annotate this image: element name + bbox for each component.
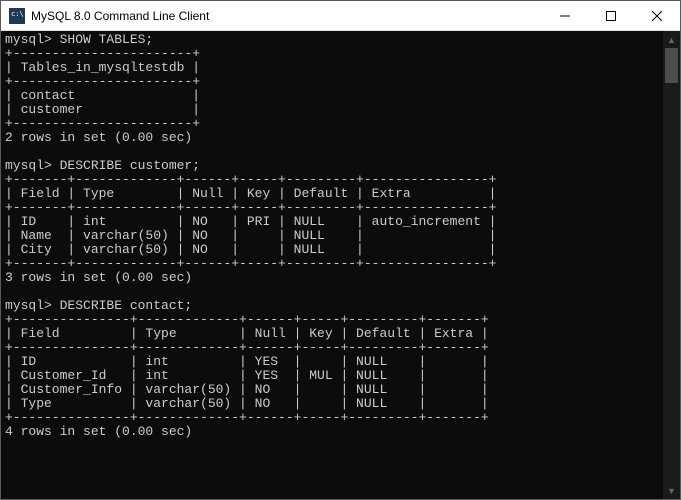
scroll-down-button[interactable]: ▼ (663, 482, 680, 499)
maximize-button[interactable] (588, 1, 634, 30)
window-controls (542, 1, 680, 30)
minimize-icon (560, 11, 570, 21)
scroll-track[interactable] (663, 48, 680, 482)
maximize-icon (606, 11, 616, 21)
terminal-output[interactable]: mysql> SHOW TABLES; +-------------------… (1, 31, 663, 499)
window-title: MySQL 8.0 Command Line Client (31, 9, 542, 23)
titlebar[interactable]: MySQL 8.0 Command Line Client (1, 1, 680, 31)
close-icon (652, 11, 662, 21)
scroll-up-button[interactable]: ▲ (663, 31, 680, 48)
app-icon (9, 8, 25, 24)
minimize-button[interactable] (542, 1, 588, 30)
app-window: MySQL 8.0 Command Line Client mysql> SHO… (0, 0, 681, 500)
terminal-area: mysql> SHOW TABLES; +-------------------… (1, 31, 680, 499)
scroll-thumb[interactable] (665, 48, 678, 83)
scrollbar[interactable]: ▲ ▼ (663, 31, 680, 499)
close-button[interactable] (634, 1, 680, 30)
